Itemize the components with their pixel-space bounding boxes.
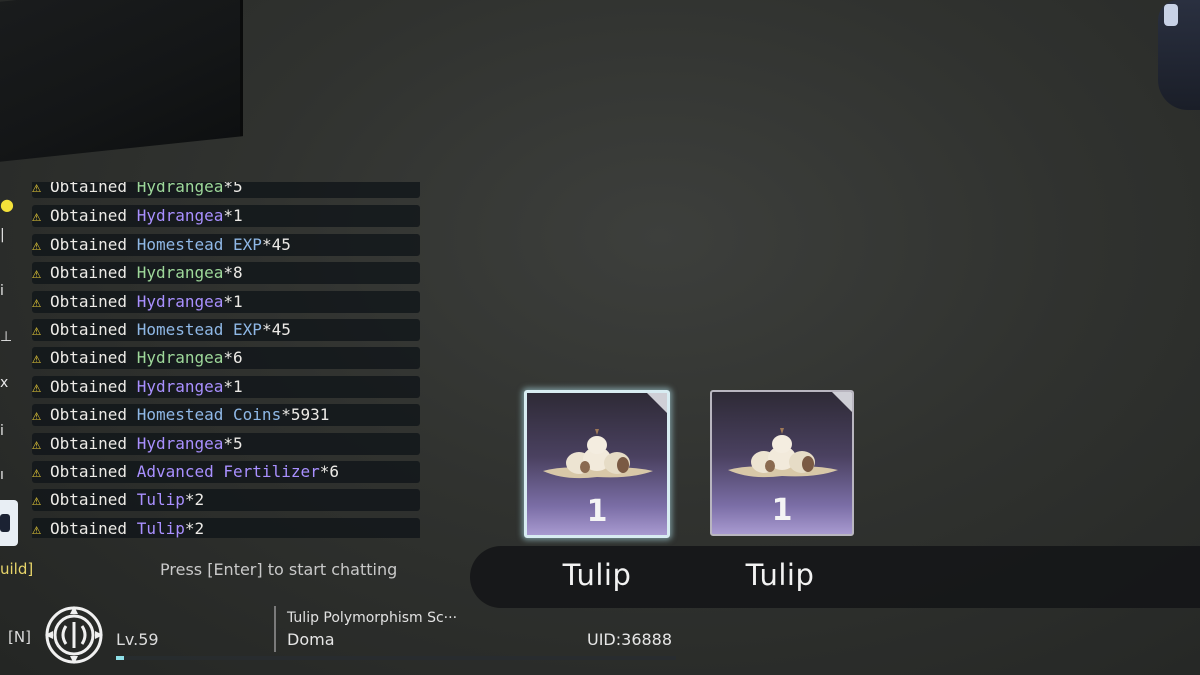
loot-item-name: Tulip — [562, 558, 632, 592]
message-prefix: Obtained — [50, 433, 137, 453]
chat-message: ⚠ Obtained Homestead Coins*5931 — [32, 404, 420, 427]
item-link[interactable]: Homestead EXP — [137, 235, 262, 254]
item-quantity: *1 — [223, 376, 243, 396]
player-level: Lv.59 — [116, 630, 159, 649]
item-count: 1 — [586, 494, 608, 529]
message-prefix: Obtained — [50, 263, 137, 283]
item-quantity: *45 — [261, 234, 291, 254]
player-uid: UID:36888 — [587, 630, 673, 649]
item-link[interactable]: Tulip — [137, 519, 185, 538]
item-quantity: *1 — [223, 291, 243, 311]
chat-message: ⚠ Obtained Homestead EXP*45 — [32, 233, 420, 256]
channel-icon-1[interactable]: | — [0, 226, 12, 244]
channel-icon-3[interactable]: ⊥ — [0, 328, 12, 346]
channel-icon-5[interactable]: i — [0, 422, 12, 440]
loot-card-1[interactable]: 1 — [524, 390, 670, 538]
warning-icon: ⚠ — [32, 406, 42, 425]
divider — [274, 606, 276, 652]
message-prefix: Obtained — [50, 462, 137, 481]
guild-channel-tag[interactable]: uild] — [0, 560, 33, 578]
warning-icon: ⚠ — [32, 377, 42, 396]
item-quantity: *5 — [223, 433, 243, 453]
message-prefix: Obtained — [50, 291, 137, 311]
message-prefix: Obtained — [50, 348, 137, 368]
card-corner — [646, 393, 667, 414]
message-prefix: Obtained — [50, 234, 137, 254]
background-dark-object — [0, 0, 243, 164]
item-link[interactable]: Hydrangea — [137, 434, 224, 453]
bulb-pile-icon — [728, 428, 838, 478]
warning-icon: ⚠ — [32, 207, 42, 226]
warning-icon: ⚠ — [32, 182, 42, 196]
player-info-bar: [N] Lv.59 Tulip Polymorphism Sc··· Doma … — [0, 598, 690, 675]
guild-emblem-icon[interactable] — [40, 602, 108, 668]
item-link[interactable]: Hydrangea — [137, 206, 224, 225]
chat-message: ⚠ Obtained Hydrangea*1 — [32, 205, 420, 228]
chat-channel-strip: ● | i ⊥ x i ı — [0, 182, 18, 547]
warning-icon: ⚠ — [32, 235, 42, 254]
item-quantity: *5 — [223, 182, 243, 196]
message-prefix: Obtained — [50, 518, 137, 538]
item-quantity: *2 — [184, 518, 205, 538]
item-link[interactable]: Hydrangea — [137, 263, 224, 282]
notification-dot-icon[interactable]: ● — [0, 196, 14, 214]
quest-title[interactable]: Tulip Polymorphism Sc··· — [287, 610, 457, 626]
loot-card-2[interactable]: 1 — [710, 390, 854, 536]
item-link[interactable]: Advanced Fertilizer — [137, 462, 320, 481]
item-quantity: *2 — [184, 490, 205, 510]
character-partial — [1158, 0, 1200, 110]
warning-icon: ⚠ — [32, 321, 42, 339]
channel-icon-2[interactable]: i — [0, 282, 12, 300]
item-link[interactable]: Hydrangea — [137, 182, 224, 196]
bulb-pile-icon — [543, 429, 653, 479]
message-prefix: Obtained — [50, 182, 137, 196]
chat-message: ⚠ Obtained Hydrangea*1 — [32, 375, 420, 398]
chat-message: ⚠ Obtained Hydrangea*1 — [32, 290, 420, 313]
chat-message: ⚠ Obtained Hydrangea*6 — [32, 347, 420, 370]
message-prefix: Obtained — [50, 376, 137, 396]
loot-item-name: Tulip — [745, 558, 815, 592]
warning-icon: ⚠ — [32, 434, 42, 453]
server-tag: [N] — [8, 628, 31, 646]
item-quantity: *45 — [261, 320, 291, 339]
chat-message: ⚠ Obtained Homestead EXP*45 — [32, 319, 420, 341]
item-count: 1 — [771, 493, 793, 528]
chat-message: ⚠ Obtained Hydrangea*5 — [32, 432, 420, 455]
item-link[interactable]: Hydrangea — [137, 292, 224, 311]
warning-icon: ⚠ — [32, 519, 42, 538]
item-link[interactable]: Hydrangea — [137, 348, 224, 367]
chat-message: ⚠ Obtained Hydrangea*8 — [32, 262, 420, 285]
item-quantity: *8 — [223, 263, 243, 283]
location-name: Doma — [287, 630, 335, 649]
card-corner — [831, 392, 852, 413]
channel-icon-4[interactable]: x — [0, 374, 12, 392]
item-link[interactable]: Tulip — [137, 490, 185, 509]
chat-message: ⚠ Obtained Tulip*2 — [32, 517, 420, 538]
message-prefix: Obtained — [50, 490, 137, 510]
warning-icon: ⚠ — [32, 491, 42, 510]
chat-message: ⚠ Obtained Hydrangea*5 — [32, 182, 420, 198]
warning-icon: ⚠ — [32, 292, 42, 311]
chat-message: ⚠ Obtained Advanced Fertilizer*6 — [32, 461, 420, 483]
item-link[interactable]: Homestead Coins — [137, 405, 282, 424]
warning-icon: ⚠ — [32, 463, 42, 481]
chat-input-hint[interactable]: Press [Enter] to start chatting — [160, 560, 397, 579]
item-quantity: *6 — [223, 348, 243, 368]
warning-icon: ⚠ — [32, 349, 42, 368]
message-prefix: Obtained — [50, 320, 137, 339]
item-quantity: *6 — [319, 462, 339, 481]
message-prefix: Obtained — [50, 405, 137, 425]
item-link[interactable]: Hydrangea — [137, 377, 224, 396]
item-link[interactable]: Homestead EXP — [137, 320, 262, 339]
message-prefix: Obtained — [50, 206, 137, 226]
item-quantity: *5931 — [281, 405, 330, 425]
item-quantity: *1 — [223, 206, 243, 226]
channel-tab-active[interactable] — [0, 500, 18, 546]
exp-bar-fill — [116, 656, 125, 660]
exp-bar — [116, 656, 676, 660]
chat-log: ⚠ Obtained Hydrangea*5 ⚠ Obtained Hydrangea… — [32, 182, 420, 538]
warning-icon: ⚠ — [32, 264, 42, 283]
channel-icon-6[interactable]: ı — [0, 466, 12, 484]
chat-message: ⚠ Obtained Tulip*2 — [32, 489, 420, 512]
